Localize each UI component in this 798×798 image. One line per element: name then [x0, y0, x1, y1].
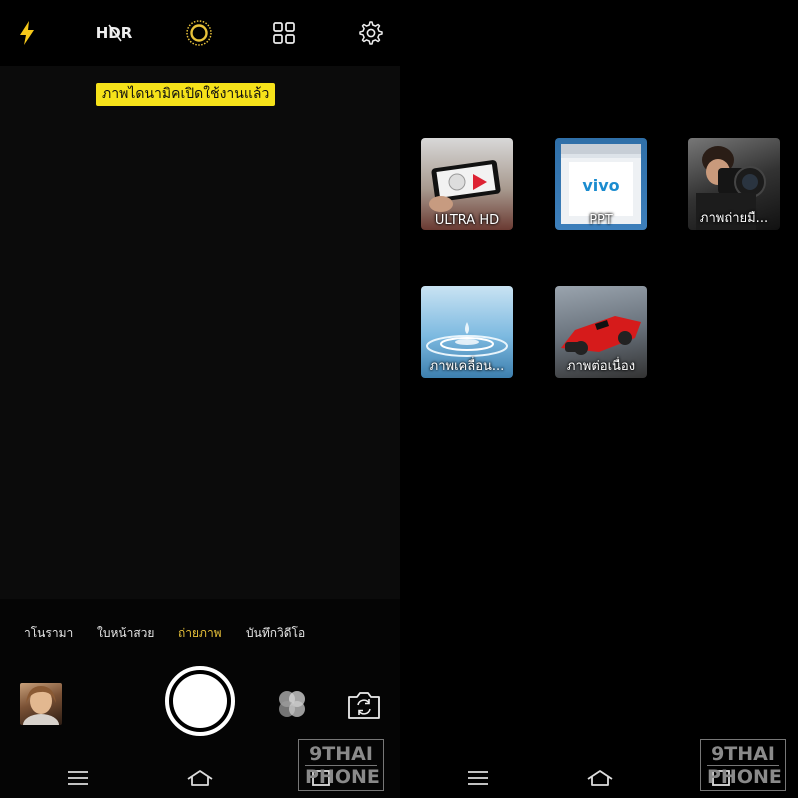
shutter-button[interactable]: [165, 666, 235, 736]
watermark-left: 9THAI PHONE: [298, 739, 384, 791]
hdr-button[interactable]: HDR: [94, 13, 134, 53]
camera-panel: HDR ภาพไดนามิคเปิดใ: [0, 0, 400, 798]
watermark-line2: PHONE: [305, 765, 380, 788]
camera-viewfinder[interactable]: [0, 66, 400, 599]
more-modes-button[interactable]: [264, 13, 304, 53]
menu-button[interactable]: [458, 758, 498, 798]
mode-tile-ppt[interactable]: vivo PPT: [555, 138, 647, 230]
dynamic-photo-badge: ภาพไดนามิคเปิดใช้งานแล้ว: [96, 83, 276, 106]
gear-icon: [359, 21, 383, 45]
hdr-off-slash: [108, 24, 122, 42]
settings-button[interactable]: [350, 13, 390, 53]
mode-panorama[interactable]: าโนรามา: [24, 621, 73, 645]
switch-camera-icon: [348, 692, 380, 719]
tile-label: ภาพต่อเนื่อง: [566, 359, 636, 374]
home-icon: [187, 770, 213, 786]
switch-camera-button[interactable]: [345, 688, 383, 722]
filter-icon: [279, 691, 305, 717]
mode-tile-burst[interactable]: ภาพต่อเนื่อง: [555, 286, 647, 378]
grid-icon: [273, 22, 295, 44]
menu-icon: [468, 771, 488, 785]
tile-label: ULTRA HD: [434, 213, 500, 228]
mode-tile-professional[interactable]: ภาพถ่ายมื...: [688, 138, 780, 230]
watermark-line1: 9THAI: [309, 743, 373, 765]
home-icon: [587, 770, 613, 786]
gallery-thumbnail[interactable]: [20, 683, 62, 725]
camera-mode-selector: าโนรามา ใบหน้าสวย ถ่ายภาพ บันทึกวิดีโอ: [0, 621, 400, 645]
mode-grid-panel: ULTRA HD vivo PPT ภาพถ่ายมื... ภาพเคลื่อ…: [400, 0, 798, 798]
mode-video[interactable]: บันทึกวิดีโอ: [246, 621, 305, 645]
tile-label: ภาพถ่ายมื...: [699, 211, 769, 226]
mode-tile-motion[interactable]: ภาพเคลื่อน...: [421, 286, 513, 378]
filter-button[interactable]: [274, 686, 310, 722]
flash-icon: [20, 21, 34, 45]
tile-label: ภาพเคลื่อน...: [429, 359, 505, 374]
tile-label: PPT: [589, 213, 613, 228]
menu-icon: [68, 771, 88, 785]
home-button[interactable]: [180, 758, 220, 798]
flash-button[interactable]: [7, 13, 47, 53]
mode-tile-ultra-hd[interactable]: ULTRA HD: [421, 138, 513, 230]
home-button[interactable]: [580, 758, 620, 798]
watermark-line2: PHONE: [707, 765, 782, 788]
gallery-thumbnail-image: [23, 686, 59, 725]
watermark-line1: 9THAI: [711, 743, 775, 765]
mode-photo[interactable]: ถ่ายภาพ: [178, 621, 222, 645]
watermark-right: 9THAI PHONE: [700, 739, 786, 791]
menu-button[interactable]: [58, 758, 98, 798]
mode-beauty[interactable]: ใบหน้าสวย: [97, 621, 154, 645]
live-photo-icon: [186, 20, 212, 46]
camera-top-bar: HDR: [0, 0, 400, 66]
vivo-logo: vivo: [582, 176, 620, 195]
live-photo-button[interactable]: [179, 13, 219, 53]
